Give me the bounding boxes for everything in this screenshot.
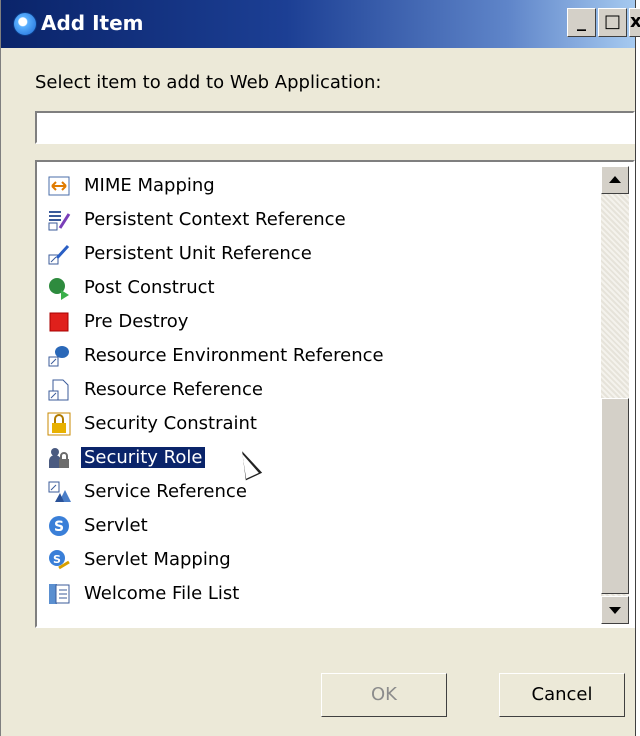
arrow-down-icon <box>609 607 621 614</box>
prompt-label: Select item to add to Web Application: <box>35 72 382 93</box>
svg-text:S: S <box>54 519 64 535</box>
window-title: Add Item <box>41 11 144 35</box>
servlet-mapping-icon: S <box>49 550 70 570</box>
add-item-dialog: Add Item _ □ x Select item to add to Web… <box>0 0 640 736</box>
resource-environment-reference-icon <box>48 346 69 367</box>
persistent-unit-reference-icon <box>48 244 70 265</box>
cancel-button[interactable]: Cancel <box>499 673 625 717</box>
minimize-button[interactable]: _ <box>567 8 596 37</box>
persistent-context-reference-icon <box>48 211 71 231</box>
resource-reference-icon <box>48 379 69 401</box>
scroll-thumb[interactable] <box>601 398 629 594</box>
scroll-up-button[interactable] <box>601 166 629 194</box>
security-constraint-icon <box>47 412 71 436</box>
item-label: Welcome File List <box>84 583 240 604</box>
vertical-scrollbar[interactable] <box>601 166 629 624</box>
filter-input[interactable] <box>35 111 635 144</box>
app-icon <box>13 12 37 36</box>
ok-button[interactable]: OK <box>321 673 447 717</box>
pre-destroy-icon <box>49 312 69 332</box>
security-role-icon <box>49 448 69 468</box>
service-reference-icon <box>48 481 71 502</box>
item-list[interactable]: MIME Mapping Persistent Context Referenc… <box>35 160 635 628</box>
servlet-icon: S <box>49 516 69 536</box>
close-button[interactable]: x <box>629 8 640 37</box>
title-bar[interactable]: Add Item _ □ x <box>1 0 640 48</box>
item-label: Servlet <box>84 515 148 536</box>
scroll-down-button[interactable] <box>601 596 629 624</box>
item-label: Persistent Unit Reference <box>84 243 312 264</box>
welcome-file-list-icon <box>49 584 70 604</box>
arrow-up-icon <box>609 176 621 183</box>
item-label: Post Construct <box>84 277 215 298</box>
item-label: Pre Destroy <box>84 311 189 332</box>
mime-mapping-icon <box>48 176 70 196</box>
item-label: Resource Reference <box>84 379 263 400</box>
item-label: Security Role <box>79 446 207 469</box>
item-label: Servlet Mapping <box>84 549 231 570</box>
svg-text:S: S <box>53 553 61 566</box>
item-label: Service Reference <box>84 481 247 502</box>
item-label: Persistent Context Reference <box>84 209 346 230</box>
item-label: Security Constraint <box>84 413 257 434</box>
item-label: Resource Environment Reference <box>84 345 384 366</box>
maximize-button[interactable]: □ <box>598 8 627 37</box>
item-label: MIME Mapping <box>84 175 215 196</box>
post-construct-icon <box>49 278 69 300</box>
